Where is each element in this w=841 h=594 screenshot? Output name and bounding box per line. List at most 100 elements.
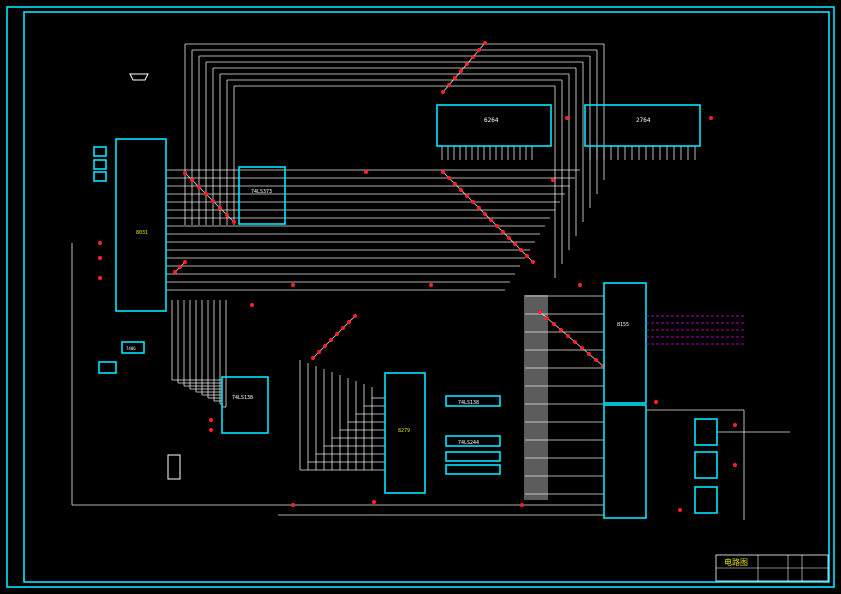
osc-chip <box>98 361 117 374</box>
junction-dot <box>341 326 345 330</box>
junction-dot <box>441 90 445 94</box>
junction-dot <box>447 176 451 180</box>
junction-dot <box>347 320 351 324</box>
junction-dot <box>538 310 542 314</box>
cpu-chip: 8031 <box>115 138 167 312</box>
junction-dot <box>565 116 569 120</box>
gate-chip-3 <box>694 486 718 514</box>
junction-dot <box>211 199 215 203</box>
junction-dot <box>98 256 102 260</box>
junction-dot <box>489 218 493 222</box>
junction-dot <box>477 206 481 210</box>
junction-dot <box>559 328 563 332</box>
junction-dot <box>483 41 487 45</box>
buffer-label: 74LS244 <box>458 440 479 446</box>
junction-dot <box>453 76 457 80</box>
junction-dot <box>465 194 469 198</box>
junction-dot <box>531 260 535 264</box>
junction-dot <box>471 55 475 59</box>
junction-dot <box>311 356 315 360</box>
title-block: 电路图 <box>715 554 829 582</box>
junction-dot <box>495 224 499 228</box>
junction-dot <box>566 334 570 338</box>
junction-dot <box>250 303 254 307</box>
junction-dot <box>471 200 475 204</box>
junction-dot <box>459 69 463 73</box>
junction-dot <box>465 62 469 66</box>
ram-label: 6264 <box>484 117 499 124</box>
junction-dot <box>552 322 556 326</box>
timer-label: 8155 <box>617 322 629 328</box>
junction-dot <box>545 316 549 320</box>
junction-dots <box>98 41 737 512</box>
decoder-chip: 74LS138 <box>221 376 269 434</box>
adc-label: 74LS138 <box>458 400 479 406</box>
junction-dot <box>329 338 333 342</box>
junction-dot <box>447 83 451 87</box>
rom-chip: 2764 <box>584 104 701 147</box>
junction-dot <box>98 276 102 280</box>
schematic-drawing: 8031 74LS373 6264 2764 8155 8279 74LS138… <box>6 6 835 588</box>
rom-label: 2764 <box>636 117 651 124</box>
inner-frame <box>23 11 830 583</box>
gate-chip-1 <box>694 418 718 446</box>
junction-dot <box>178 265 182 269</box>
junction-dot <box>173 270 177 274</box>
cpu-label: 8031 <box>136 230 148 236</box>
junction-dot <box>551 178 555 182</box>
junction-dot <box>353 314 357 318</box>
junction-dot <box>587 352 591 356</box>
junction-dot <box>204 192 208 196</box>
ppi-label: 8279 <box>398 428 410 434</box>
junction-dot <box>317 350 321 354</box>
junction-dot <box>477 48 481 52</box>
junction-dot <box>709 116 713 120</box>
schematic-canvas: 8031 74LS373 6264 2764 8155 8279 74LS138… <box>0 0 841 594</box>
junction-dot <box>291 283 295 287</box>
junction-dot <box>225 213 229 217</box>
junction-dot <box>453 182 457 186</box>
junction-dot <box>580 346 584 350</box>
junction-dot <box>232 220 236 224</box>
junction-dot <box>183 171 187 175</box>
junction-dot <box>183 260 187 264</box>
latch-chip: 74LS373 <box>238 166 286 225</box>
junction-dot <box>372 500 376 504</box>
buffer-chip-2: 74LS244 <box>445 435 501 447</box>
junction-dot <box>733 463 737 467</box>
gate-chip-2 <box>694 451 718 479</box>
junction-dot <box>520 503 524 507</box>
junction-dot <box>525 254 529 258</box>
junction-dot <box>507 236 511 240</box>
junction-dot <box>654 400 658 404</box>
junction-dot <box>209 418 213 422</box>
junction-dot <box>364 170 368 174</box>
output-lines <box>646 315 744 345</box>
junction-dot <box>519 248 523 252</box>
junction-dot <box>573 340 577 344</box>
bus-wires <box>71 43 790 520</box>
key-2 <box>93 159 107 170</box>
junction-dot <box>678 508 682 512</box>
junction-dot <box>733 423 737 427</box>
junction-dot <box>335 332 339 336</box>
outer-frame <box>6 6 835 588</box>
title-block-title: 电路图 <box>724 557 748 567</box>
latch-label: 74LS373 <box>251 189 272 195</box>
junction-dot <box>594 358 598 362</box>
junction-dot <box>441 170 445 174</box>
junction-dot <box>578 283 582 287</box>
ppi-chip: 8279 <box>384 372 426 494</box>
timer-chip-bottom <box>603 404 647 519</box>
junction-dot <box>218 206 222 210</box>
junction-dot <box>459 188 463 192</box>
junction-dot <box>429 283 433 287</box>
key-1 <box>93 146 107 157</box>
junction-dot <box>98 241 102 245</box>
timer-chip-top: 8155 <box>603 282 647 404</box>
led-driver-1 <box>445 451 501 462</box>
resistor-pack <box>167 454 181 480</box>
buffer-chip-1: 74LS138 <box>445 395 501 407</box>
junction-dot <box>190 178 194 182</box>
junction-dot <box>291 503 295 507</box>
